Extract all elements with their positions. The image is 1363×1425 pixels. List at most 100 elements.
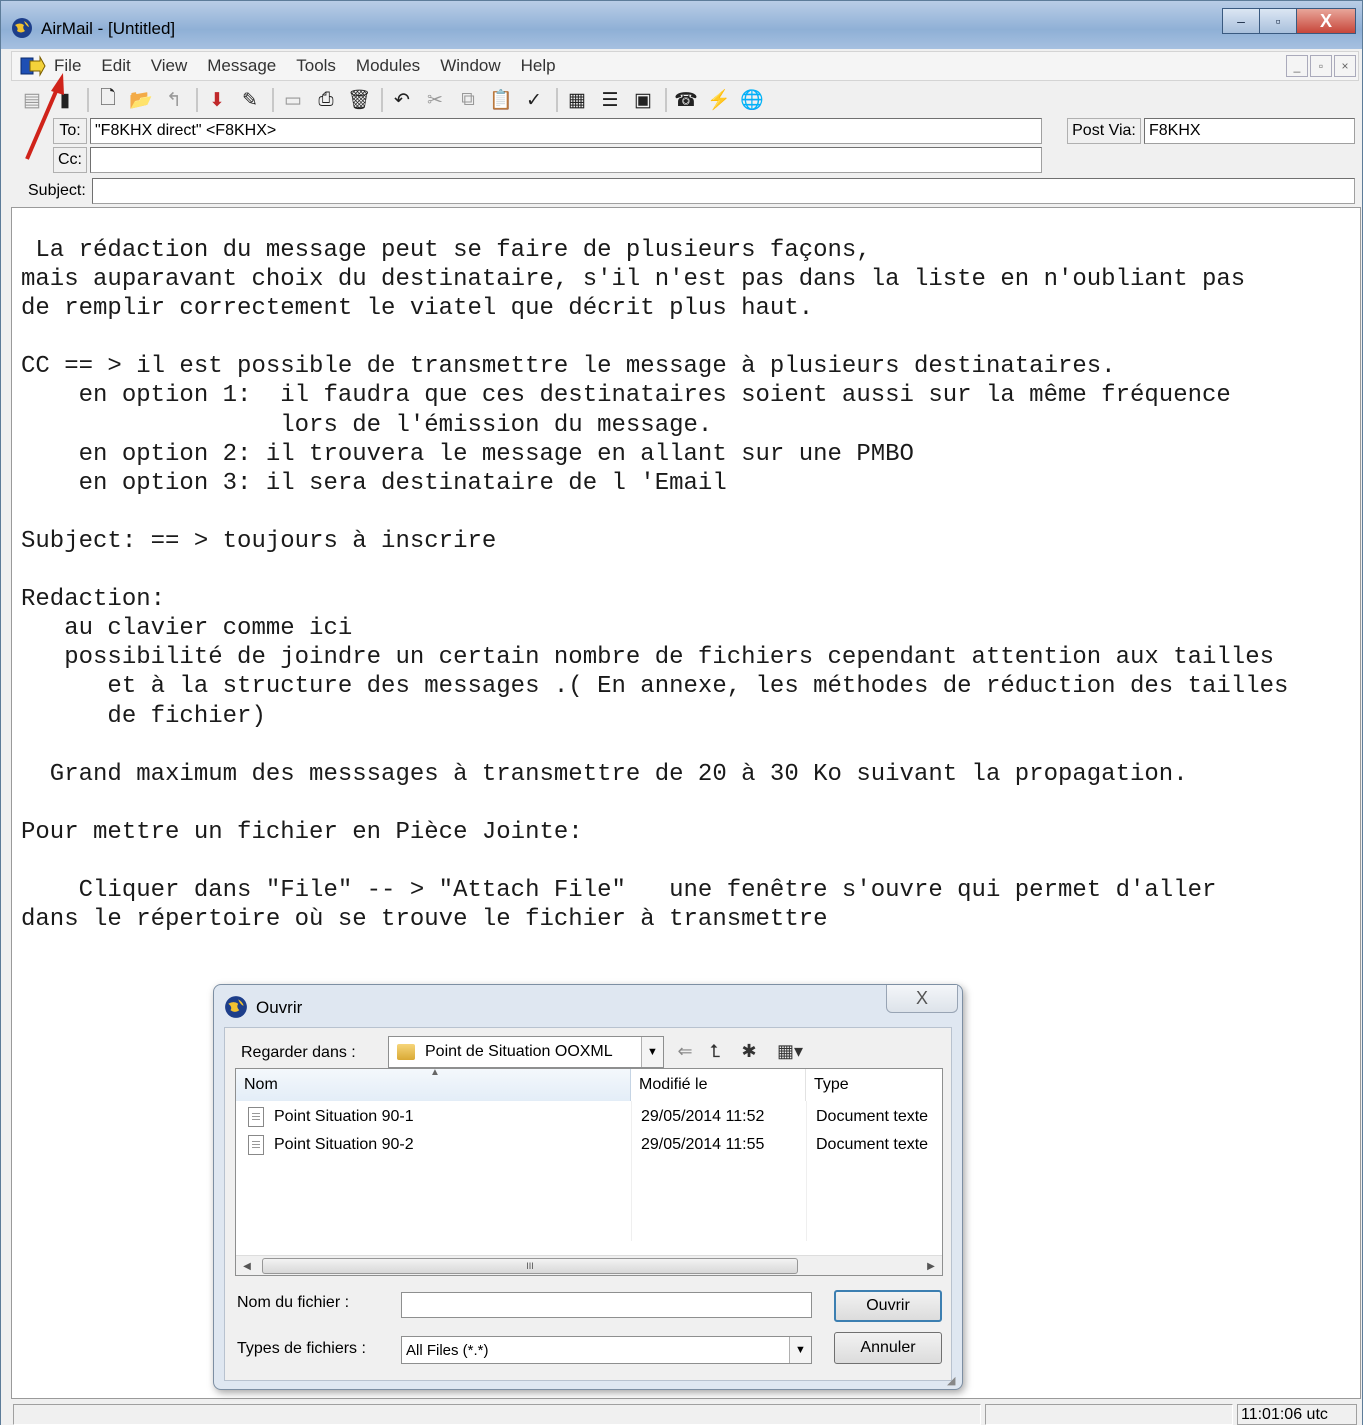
scrollbar-thumb[interactable]: III (262, 1258, 798, 1274)
back-arrow-icon[interactable]: ⇐ (671, 1038, 699, 1064)
detail-view-icon[interactable]: ☰ (597, 88, 623, 112)
to-label[interactable]: To: (53, 118, 87, 144)
dialog-content: Regarder dans : Point de Situation OOXML… (224, 1027, 952, 1381)
resize-grip-icon[interactable]: ◢ (947, 1374, 959, 1387)
column-header-name[interactable]: Nom ▲ (236, 1067, 631, 1101)
title-bar[interactable]: AirMail - [Untitled] – ▫ X (1, 1, 1362, 49)
message-body-text[interactable]: La rédaction du message peut se faire de… (21, 236, 1288, 934)
new-message-icon[interactable]: 🗋 (95, 88, 121, 112)
file-name: Point Situation 90-1 (274, 1108, 414, 1125)
new-folder-icon[interactable]: ✱ (735, 1038, 763, 1064)
file-modified: 29/05/2014 11:55 (641, 1136, 765, 1153)
post-via-field[interactable]: F8KHX (1144, 118, 1355, 144)
menu-help[interactable]: Help (521, 56, 556, 76)
status-panel (13, 1404, 981, 1425)
menu-file[interactable]: File (54, 56, 81, 76)
view-menu-icon[interactable]: ▦▾ (769, 1038, 811, 1064)
look-in-label: Regarder dans : (241, 1044, 356, 1061)
spellcheck-icon[interactable]: ✓ (521, 88, 547, 112)
airmail-globe-icon (225, 996, 247, 1018)
modem-icon[interactable]: ☎ (673, 88, 699, 112)
menu-bar: File Edit View Message Tools Modules Win… (11, 51, 1359, 81)
open-folder-icon[interactable]: 📂 (128, 88, 154, 112)
maximize-button[interactable]: ▫ (1259, 8, 1297, 34)
return-icon[interactable]: ↰ (161, 88, 187, 112)
address-book-icon[interactable]: ▤ (19, 88, 45, 112)
outbox-icon[interactable]: ⬇ (204, 88, 230, 112)
scroll-left-icon[interactable]: ◀ (238, 1258, 256, 1274)
document-arrow-icon[interactable] (20, 55, 46, 77)
filetype-combo[interactable]: All Files (*.*) ▼ (401, 1336, 812, 1364)
toolbar-separator (272, 88, 274, 112)
scroll-right-icon[interactable]: ▶ (922, 1258, 940, 1274)
subject-label: Subject: (28, 182, 86, 199)
status-bar: 11:01:06 utc (1, 1401, 1362, 1425)
menu-message[interactable]: Message (207, 56, 276, 76)
up-folder-icon[interactable]: ⮤ (701, 1038, 729, 1064)
airmail-window: AirMail - [Untitled] – ▫ X File Edit Vie… (0, 0, 1363, 1425)
mdi-restore-button[interactable]: ▫ (1310, 55, 1332, 77)
menu-edit[interactable]: Edit (101, 56, 130, 76)
menu-modules[interactable]: Modules (356, 56, 420, 76)
book-icon[interactable]: ▮ (52, 88, 78, 112)
file-row[interactable]: Point Situation 90-1 29/05/2014 11:52 Do… (236, 1103, 942, 1131)
toolbar: ▤ ▮ 🗋 📂 ↰ ⬇ ✎ ▭ ⎙ 🗑 ↶ ✂ ⧉ 📋 ✓ ▦ ☰ ▣ ☎ ⚡ … (19, 85, 1359, 115)
list-view-icon[interactable]: ▦ (564, 88, 590, 112)
close-button[interactable]: X (1296, 8, 1356, 34)
menu-tools[interactable]: Tools (296, 56, 336, 76)
dialog-close-button[interactable]: X (886, 985, 958, 1013)
file-modified: 29/05/2014 11:52 (641, 1108, 765, 1125)
toolbar-separator (87, 88, 89, 112)
open-button[interactable]: Ouvrir (834, 1290, 942, 1322)
dialog-title: Ouvrir (256, 998, 303, 1017)
menu-view[interactable]: View (151, 56, 188, 76)
attachment-icon[interactable]: ✎ (237, 88, 263, 112)
text-file-icon (248, 1135, 264, 1155)
toolbar-separator (556, 88, 558, 112)
toolbar-separator (196, 88, 198, 112)
cancel-button[interactable]: Annuler (834, 1332, 942, 1364)
folder-icon (397, 1044, 415, 1060)
to-field[interactable]: "F8KHX direct" <F8KHX> (90, 118, 1042, 144)
menu-window[interactable]: Window (440, 56, 500, 76)
open-file-dialog: Ouvrir X Regarder dans : Point de Situat… (213, 984, 963, 1390)
subject-field[interactable] (92, 178, 1355, 204)
file-list[interactable]: Nom ▲ Modifié le Type Point Situation 90… (235, 1067, 943, 1276)
column-header-type[interactable]: Type (806, 1069, 942, 1101)
window-title: AirMail - [Untitled] (41, 19, 176, 38)
status-panel (985, 1404, 1233, 1425)
file-row[interactable]: Point Situation 90-2 29/05/2014 11:55 Do… (236, 1131, 942, 1159)
preview-icon[interactable]: ▣ (630, 88, 656, 112)
copy-icon[interactable]: ⧉ (455, 88, 481, 112)
filetype-label: Types de fichiers : (237, 1340, 366, 1357)
text-file-icon (248, 1107, 264, 1127)
form-icon[interactable]: ▭ (280, 88, 306, 112)
look-in-combo[interactable]: Point de Situation OOXML ▼ (388, 1036, 664, 1068)
airmail-globe-icon (12, 18, 32, 38)
file-name: Point Situation 90-2 (274, 1136, 414, 1153)
globe-icon[interactable]: 🌐 (739, 88, 765, 112)
column-header-modified[interactable]: Modifié le (631, 1069, 806, 1101)
lightning-icon[interactable]: ⚡ (706, 88, 732, 112)
minimize-button[interactable]: – (1222, 8, 1260, 34)
file-type: Document texte (816, 1136, 929, 1153)
cc-label[interactable]: Cc: (53, 147, 87, 173)
file-type: Document texte (816, 1108, 929, 1125)
cut-icon[interactable]: ✂ (422, 88, 448, 112)
cc-field[interactable] (90, 147, 1042, 173)
print-icon[interactable]: ⎙ (313, 88, 339, 112)
sort-up-icon: ▲ (430, 1067, 440, 1078)
undo-icon[interactable]: ↶ (389, 88, 415, 112)
chevron-down-icon[interactable]: ▼ (641, 1037, 663, 1067)
horizontal-scrollbar[interactable]: ◀ III ▶ (236, 1255, 942, 1275)
status-clock: 11:01:06 utc (1237, 1404, 1357, 1425)
mdi-minimize-button[interactable]: _ (1286, 55, 1308, 77)
paste-icon[interactable]: 📋 (488, 88, 514, 112)
column-name-label: Nom (244, 1076, 278, 1093)
toolbar-separator (381, 88, 383, 112)
mdi-close-button[interactable]: × (1334, 55, 1356, 77)
filename-input[interactable] (401, 1292, 812, 1318)
toolbar-separator (665, 88, 667, 112)
trash-icon[interactable]: 🗑 (346, 88, 372, 112)
chevron-down-icon[interactable]: ▼ (789, 1337, 811, 1363)
